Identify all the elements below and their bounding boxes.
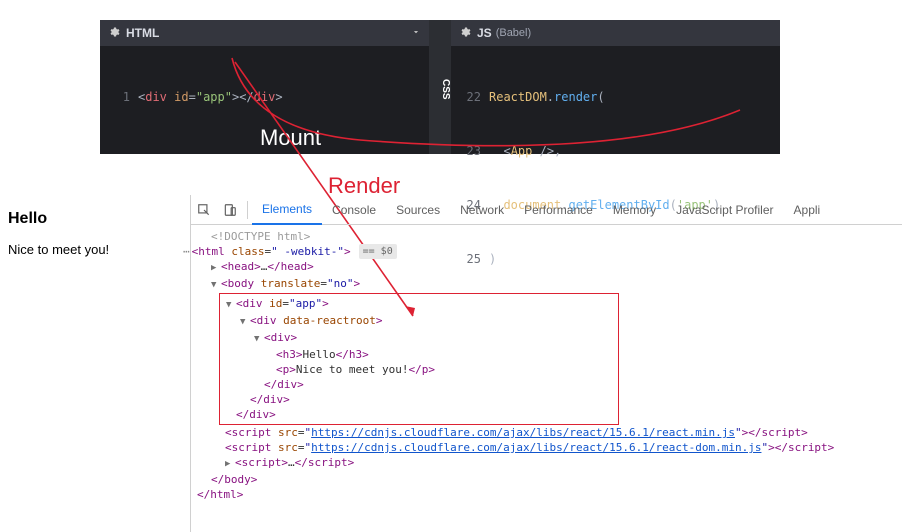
tab-sources[interactable]: Sources (386, 195, 450, 225)
inner-div-node[interactable]: <div> (224, 330, 618, 347)
html-panel-title: HTML (126, 26, 159, 40)
tab-elements[interactable]: Elements (252, 195, 322, 225)
h3-node[interactable]: <h3>Hello</h3> (224, 347, 618, 362)
head-node[interactable]: <head>…</head> (191, 259, 902, 276)
devtools-panel: Elements Console Sources Network Perform… (190, 195, 902, 532)
device-icon[interactable] (217, 203, 243, 217)
body-node[interactable]: <body translate="no"> (191, 276, 902, 293)
chevron-down-icon[interactable] (411, 26, 421, 40)
script2-node[interactable]: <script src="https://cdnjs.cloudflare.co… (191, 440, 902, 455)
html-node[interactable]: ⋯ <html class=" -webkit-"> == $0 (191, 244, 902, 259)
js-panel-subtitle: (Babel) (496, 27, 531, 39)
script3-node[interactable]: <script>…</script> (191, 455, 902, 472)
js-panel-header[interactable]: JS (Babel) (451, 20, 780, 46)
annotation-mount: Mount (260, 125, 321, 151)
tab-network[interactable]: Network (450, 195, 514, 225)
js-panel: JS (Babel) 22ReactDOM.render( 23 <App />… (451, 20, 780, 154)
code-editor: HTML 1<div id="app"></div> CSS JS (Babel… (100, 20, 780, 154)
gear-icon[interactable] (108, 26, 120, 41)
rendered-paragraph: Nice to meet you! (8, 242, 182, 257)
tab-console[interactable]: Console (322, 195, 386, 225)
p-node[interactable]: <p>Nice to meet you!</p> (224, 362, 618, 377)
html-panel-header[interactable]: HTML (100, 20, 429, 46)
devtools-toolbar: Elements Console Sources Network Perform… (191, 195, 902, 225)
tab-performance[interactable]: Performance (514, 195, 603, 225)
tab-application[interactable]: Appli (784, 195, 831, 225)
inspect-icon[interactable] (191, 203, 217, 217)
doctype-node: <!DOCTYPE html> (191, 229, 902, 244)
rendered-output: Hello Nice to meet you! (0, 200, 190, 267)
gear-icon[interactable] (459, 26, 471, 41)
css-panel-tab[interactable]: CSS (429, 20, 451, 154)
js-panel-title: JS (477, 26, 492, 40)
script1-node[interactable]: <script src="https://cdnjs.cloudflare.co… (191, 425, 902, 440)
tab-jsprofiler[interactable]: JavaScript Profiler (666, 195, 783, 225)
reactroot-node[interactable]: <div data-reactroot> (224, 313, 618, 330)
tab-memory[interactable]: Memory (603, 195, 666, 225)
app-div-node[interactable]: <div id="app"> (224, 296, 618, 313)
elements-tree[interactable]: <!DOCTYPE html> ⋯ <html class=" -webkit-… (191, 225, 902, 506)
rendered-heading: Hello (8, 210, 182, 228)
